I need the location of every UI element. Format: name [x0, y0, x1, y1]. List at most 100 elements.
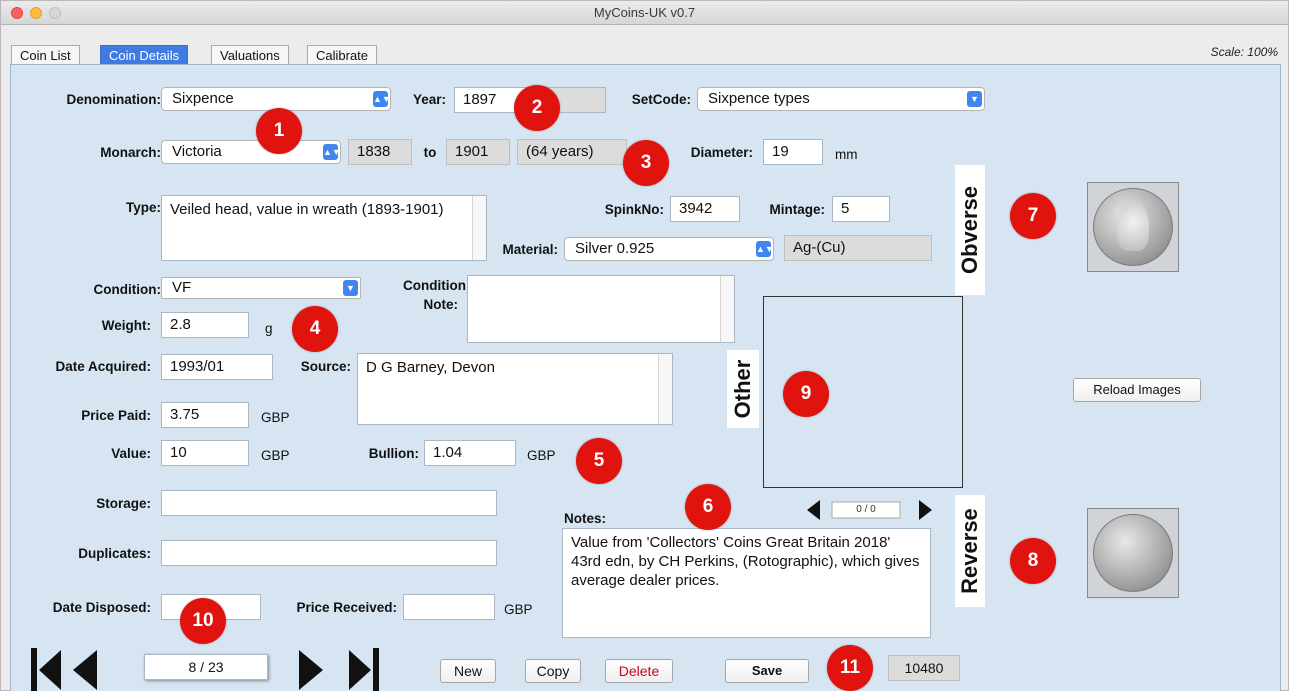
- diameter-field[interactable]: 19: [763, 139, 823, 165]
- obverse-label: Obverse: [957, 185, 982, 275]
- condition-note-scrollbar[interactable]: [720, 276, 734, 342]
- marker-4: 4: [292, 306, 338, 352]
- to-label: to: [423, 145, 437, 160]
- other-label: Other: [730, 359, 755, 419]
- type-textarea[interactable]: Veiled head, value in wreath (1893-1901): [161, 195, 487, 261]
- bullion-label: Bullion:: [368, 446, 419, 461]
- marker-8: 8: [1010, 538, 1056, 584]
- tab-bar: Coin List Coin Details Valuations Calibr…: [1, 25, 1288, 65]
- last-record-bar-icon[interactable]: [373, 648, 379, 691]
- price-received-unit: GBP: [504, 602, 533, 617]
- tab-coin-details[interactable]: Coin Details: [100, 45, 189, 65]
- denomination-value: Sixpence: [172, 90, 234, 107]
- title-bar: MyCoins-UK v0.7: [1, 1, 1288, 25]
- setcode-value: Sixpence types: [708, 90, 810, 107]
- chevron-updown-icon: ▲▼: [373, 91, 391, 107]
- price-received-label: Price Received:: [296, 600, 397, 615]
- condition-select[interactable]: VF ▼: [161, 277, 361, 299]
- source-value: D G Barney, Devon: [366, 359, 495, 376]
- reign-end: 1901: [446, 139, 510, 165]
- denomination-label: Denomination:: [66, 92, 162, 107]
- next-image-icon[interactable]: [919, 500, 932, 520]
- marker-1: 1: [256, 108, 302, 154]
- setcode-label: SetCode:: [631, 92, 691, 107]
- mintage-label: Mintage:: [769, 202, 826, 217]
- material-value: Silver 0.925: [575, 240, 655, 257]
- next-record-icon[interactable]: [299, 650, 323, 690]
- marker-3: 3: [623, 140, 669, 186]
- reload-images-button[interactable]: Reload Images: [1073, 378, 1201, 402]
- diameter-unit: mm: [835, 147, 858, 162]
- marker-9: 9: [783, 371, 829, 417]
- scale-indicator: Scale: 100%: [1210, 45, 1278, 59]
- window-title: MyCoins-UK v0.7: [593, 5, 696, 20]
- marker-7: 7: [1010, 193, 1056, 239]
- reverse-coin-graphic: [1093, 514, 1173, 592]
- monarch-value: Victoria: [172, 143, 222, 160]
- new-button[interactable]: New: [440, 659, 496, 683]
- bullion-field[interactable]: 1.04: [424, 440, 516, 466]
- copy-button[interactable]: Copy: [525, 659, 581, 683]
- prev-record-icon[interactable]: [73, 650, 97, 690]
- condition-note-label-line1: Condition: [403, 278, 466, 293]
- storage-label: Storage:: [96, 496, 151, 511]
- chevron-down-icon: ▼: [343, 280, 358, 296]
- weight-field[interactable]: 2.8: [161, 312, 249, 338]
- record-id: 10480: [888, 655, 960, 681]
- first-record-icon[interactable]: [39, 650, 61, 690]
- tab-calibrate[interactable]: Calibrate: [307, 45, 378, 65]
- condition-value: VF: [172, 279, 192, 296]
- value-field[interactable]: 10: [161, 440, 249, 466]
- tab-coin-list[interactable]: Coin List: [11, 45, 80, 65]
- obverse-image[interactable]: [1087, 182, 1179, 272]
- notes-label: Notes:: [564, 511, 607, 526]
- price-paid-field[interactable]: 3.75: [161, 402, 249, 428]
- price-paid-label: Price Paid:: [81, 408, 151, 423]
- value-unit: GBP: [261, 448, 290, 463]
- source-scrollbar[interactable]: [658, 354, 672, 424]
- value-label: Value:: [111, 446, 151, 461]
- marker-10: 10: [180, 598, 226, 644]
- material-label: Material:: [502, 242, 558, 257]
- marker-11: 11: [827, 645, 873, 691]
- prev-image-icon[interactable]: [807, 500, 820, 520]
- reverse-image[interactable]: [1087, 508, 1179, 598]
- type-value: Veiled head, value in wreath (1893-1901): [170, 201, 444, 218]
- image-counter: 0 / 0: [856, 504, 876, 515]
- notes-value: Value from 'Collectors' Coins Great Brit…: [571, 534, 920, 589]
- year-label: Year:: [412, 92, 446, 107]
- notes-textarea[interactable]: Value from 'Collectors' Coins Great Brit…: [562, 528, 931, 638]
- condition-note-textarea[interactable]: [467, 275, 735, 343]
- monarch-select[interactable]: Victoria ▲▼: [161, 140, 341, 164]
- chevron-updown-icon: ▲▼: [756, 241, 774, 257]
- source-textarea[interactable]: D G Barney, Devon: [357, 353, 673, 425]
- delete-button[interactable]: Delete: [605, 659, 673, 683]
- record-position[interactable]: 8 / 23: [144, 654, 268, 680]
- condition-note-label-line2: Note:: [423, 297, 459, 312]
- material-select[interactable]: Silver 0.925 ▲▼: [564, 237, 774, 261]
- diameter-label: Diameter:: [690, 145, 753, 160]
- date-acquired-field[interactable]: 1993/01: [161, 354, 273, 380]
- reign-start: 1838: [348, 139, 412, 165]
- storage-field[interactable]: [161, 490, 497, 516]
- weight-unit: g: [265, 321, 273, 336]
- spinkno-field[interactable]: 3942: [670, 196, 740, 222]
- duplicates-field[interactable]: [161, 540, 497, 566]
- bullion-unit: GBP: [527, 448, 556, 463]
- other-image-nav: 0 / 0: [807, 499, 967, 524]
- first-record-bar-icon[interactable]: [31, 648, 37, 691]
- mintage-field[interactable]: 5: [832, 196, 890, 222]
- save-button[interactable]: Save: [725, 659, 809, 683]
- material-code: Ag-(Cu): [784, 235, 932, 261]
- duplicates-label: Duplicates:: [78, 546, 151, 561]
- condition-label: Condition:: [93, 282, 161, 297]
- monarch-label: Monarch:: [100, 145, 161, 160]
- setcode-select[interactable]: Sixpence types ▼: [697, 87, 985, 111]
- chevron-down-icon: ▼: [967, 91, 982, 107]
- marker-5: 5: [576, 438, 622, 484]
- price-received-field[interactable]: [403, 594, 495, 620]
- last-record-icon[interactable]: [349, 650, 371, 690]
- date-acquired-label: Date Acquired:: [55, 359, 151, 374]
- spinkno-label: SpinkNo:: [604, 202, 664, 217]
- tab-valuations[interactable]: Valuations: [211, 45, 289, 65]
